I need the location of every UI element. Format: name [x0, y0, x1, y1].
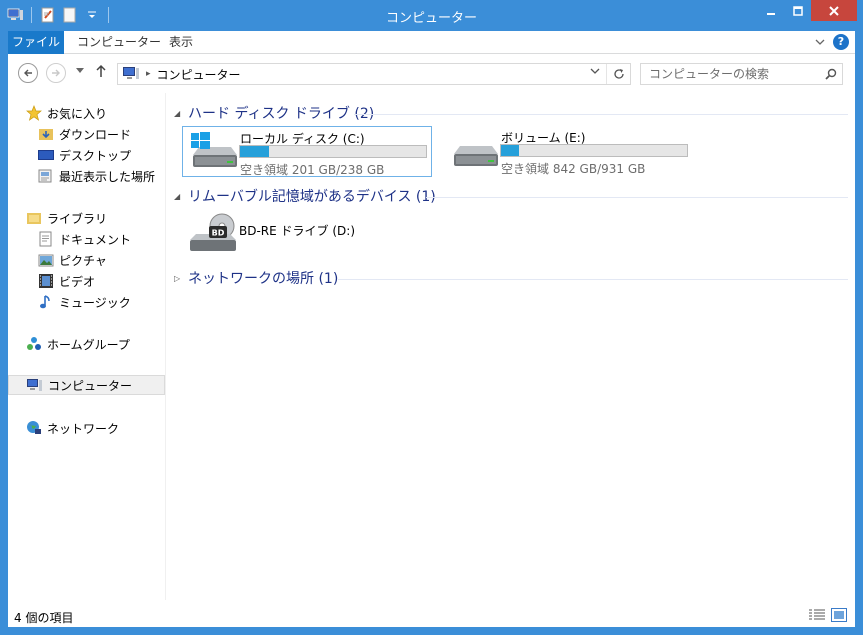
- close-button[interactable]: [811, 0, 857, 21]
- details-view-icon[interactable]: [809, 608, 825, 622]
- videos-icon: [38, 273, 54, 289]
- sidebar-item-label: 最近表示した場所: [59, 169, 156, 184]
- group-title: リムーバブル記憶域があるデバイス (1): [188, 189, 436, 205]
- help-icon[interactable]: ?: [833, 34, 849, 50]
- address-bar[interactable]: ▸ コンピューター: [117, 63, 631, 85]
- local-disk-icon: [191, 132, 237, 167]
- drive-usage-fill: [501, 145, 519, 156]
- sidebar-item-homegroup[interactable]: ホームグループ: [26, 334, 130, 354]
- collapse-triangle-icon[interactable]: ◢: [174, 192, 182, 201]
- tab-file[interactable]: ファイル: [8, 31, 64, 54]
- sidebar-item-label: ミュージック: [59, 295, 131, 310]
- hard-disk-icon: [454, 146, 498, 166]
- group-title: ハード ディスク ドライブ (2): [188, 106, 375, 122]
- item-count: 4 個の項目: [14, 611, 74, 625]
- drive-free-space: 空き領域 842 GB/931 GB: [501, 162, 646, 176]
- sidebar-item-network[interactable]: ネットワーク: [26, 418, 119, 438]
- title-bar: コンピューター: [0, 0, 863, 31]
- desktop-icon: [38, 147, 54, 163]
- pictures-icon: [38, 252, 54, 268]
- search-box[interactable]: [640, 63, 843, 85]
- documents-icon: [38, 231, 54, 247]
- drive-usage-fill: [240, 146, 269, 157]
- sidebar-item-label: ビデオ: [59, 274, 96, 289]
- sidebar-item-label: ネットワーク: [47, 421, 120, 436]
- breadcrumb-computer[interactable]: コンピューター: [157, 66, 241, 83]
- sidebar-item-pictures[interactable]: ピクチャ: [38, 250, 107, 270]
- large-icons-view-icon[interactable]: [831, 608, 847, 622]
- recent-places-icon: [38, 168, 54, 184]
- computer-icon: [122, 66, 140, 83]
- sidebar-item-recent-places[interactable]: 最近表示した場所: [38, 166, 155, 186]
- group-header-network-locations[interactable]: ▷ ネットワークの場所 (1): [174, 268, 338, 288]
- sidebar-item-label: ライブラリ: [47, 211, 108, 226]
- homegroup-icon: [26, 336, 42, 352]
- drive-c[interactable]: ローカル ディスク (C:) 空き領域 201 GB/238 GB: [182, 126, 432, 177]
- drive-usage-bar: [239, 145, 427, 158]
- group-header-removable-storage[interactable]: ◢ リムーバブル記憶域があるデバイス (1): [174, 186, 436, 206]
- status-bar: 4 個の項目: [8, 604, 855, 627]
- sidebar-item-music[interactable]: ミュージック: [38, 292, 131, 312]
- sidebar-item-computer[interactable]: コンピューター: [8, 375, 165, 395]
- sidebar-item-label: ピクチャ: [59, 253, 107, 268]
- network-globe-icon: [26, 420, 42, 436]
- sidebar-item-videos[interactable]: ビデオ: [38, 271, 95, 291]
- up-button[interactable]: [95, 64, 107, 82]
- content-pane: ◢ ハード ディスク ドライブ (2) ローカル ディスク (C:) 空き領域: [168, 93, 855, 600]
- computer-icon: [27, 377, 43, 393]
- minimize-button[interactable]: [757, 0, 784, 21]
- explorer-window: コンピューター ファイル コンピューター 表示 ? ▸ コンピューター コンピュ…: [0, 0, 863, 635]
- navigation-pane: お気に入り ダウンロード デスクトップ 最近表示した場所 ライブラリ ドキュメン…: [8, 93, 166, 600]
- group-divider: [426, 197, 848, 198]
- group-divider: [338, 279, 848, 280]
- forward-button[interactable]: [46, 63, 66, 83]
- drive-d[interactable]: BD BD-RE ドライブ (D:): [182, 208, 382, 259]
- drive-e[interactable]: ボリューム (E:) 空き領域 842 GB/931 GB: [444, 126, 694, 177]
- tab-computer[interactable]: コンピューター: [66, 31, 172, 54]
- explorer-client: ファイル コンピューター 表示 ? ▸ コンピューター コンピューターの検索 お…: [8, 31, 855, 627]
- search-input[interactable]: [649, 67, 820, 81]
- bd-badge: BD: [212, 229, 225, 238]
- sidebar-item-desktop[interactable]: デスクトップ: [38, 145, 131, 165]
- sidebar-item-label: ホームグループ: [47, 337, 130, 352]
- music-note-icon: [38, 294, 54, 310]
- ribbon-controls: ?: [815, 34, 849, 50]
- group-divider: [354, 114, 848, 115]
- sidebar-item-favorites[interactable]: お気に入り: [26, 103, 107, 123]
- sidebar-item-label: ダウンロード: [59, 127, 132, 142]
- navigation-bar: ▸ コンピューター: [8, 55, 855, 92]
- sidebar-item-label: コンピューター: [48, 378, 133, 393]
- sidebar-item-label: デスクトップ: [59, 148, 132, 163]
- sidebar-item-downloads[interactable]: ダウンロード: [38, 124, 131, 144]
- expand-triangle-icon[interactable]: ▷: [174, 274, 182, 283]
- recent-locations-dropdown[interactable]: [76, 67, 84, 77]
- breadcrumb-chevron-icon[interactable]: ▸: [146, 69, 151, 79]
- expand-ribbon-icon[interactable]: [815, 35, 825, 49]
- drive-free-space: 空き領域 201 GB/238 GB: [240, 163, 385, 177]
- bd-drive-icon: BD: [190, 213, 236, 251]
- maximize-button[interactable]: [784, 0, 811, 21]
- view-switcher: [809, 608, 847, 622]
- group-title: ネットワークの場所 (1): [188, 271, 339, 287]
- ribbon-tabs: ファイル コンピューター 表示 ?: [8, 31, 855, 54]
- window-title: コンピューター: [385, 11, 477, 26]
- star-icon: [26, 105, 42, 121]
- sidebar-item-documents[interactable]: ドキュメント: [38, 229, 131, 249]
- libraries-icon: [26, 210, 42, 226]
- group-header-hard-disk-drives[interactable]: ◢ ハード ディスク ドライブ (2): [174, 103, 374, 123]
- sidebar-item-label: ドキュメント: [59, 232, 132, 247]
- drive-usage-bar: [500, 144, 688, 157]
- address-dropdown-icon[interactable]: [590, 67, 600, 78]
- sidebar-item-label: お気に入り: [47, 106, 108, 121]
- refresh-button[interactable]: [606, 64, 630, 84]
- collapse-triangle-icon[interactable]: ◢: [174, 109, 182, 118]
- tab-view[interactable]: 表示: [158, 31, 204, 54]
- search-icon[interactable]: [820, 68, 842, 80]
- back-button[interactable]: [18, 63, 38, 83]
- drive-name: BD-RE ドライブ (D:): [239, 224, 355, 238]
- downloads-folder-icon: [38, 126, 54, 142]
- sidebar-item-libraries[interactable]: ライブラリ: [26, 208, 107, 228]
